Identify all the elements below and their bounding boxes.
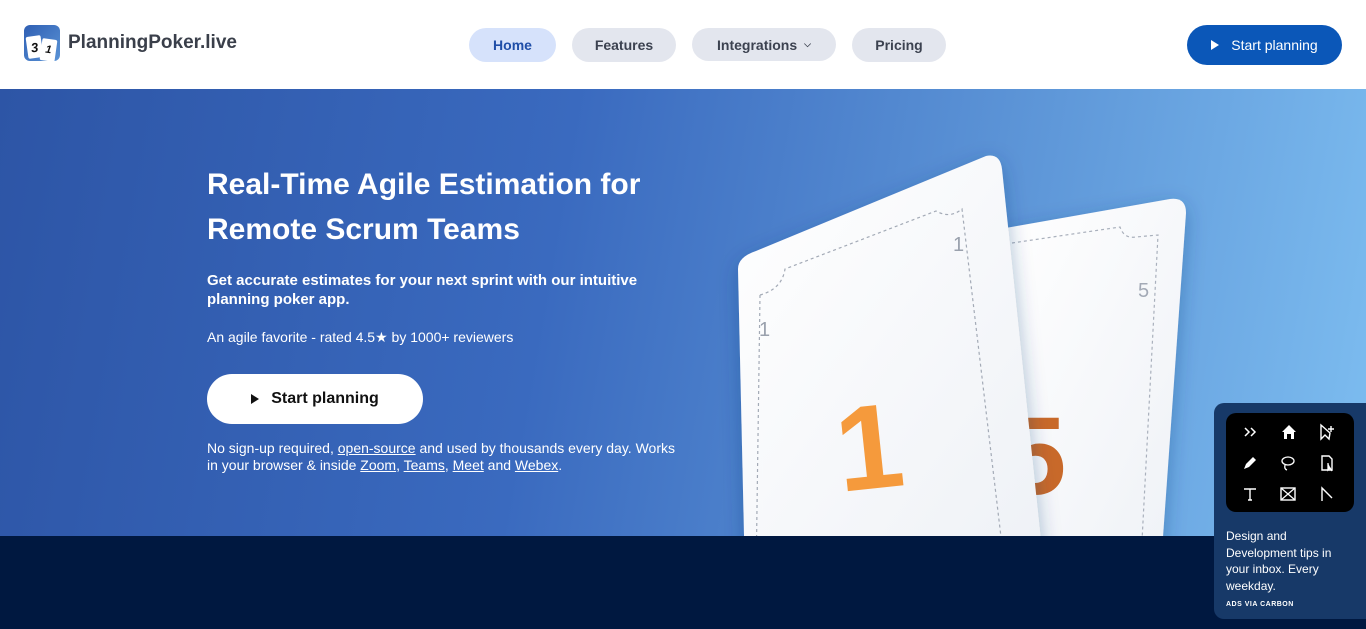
carbon-ad[interactable]: Design and Development tips in your inbo… xyxy=(1214,403,1366,619)
note-text: , xyxy=(396,457,404,473)
play-icon xyxy=(1211,40,1220,50)
nav-home-label: Home xyxy=(493,37,532,53)
hero-subtitle: Get accurate estimates for your next spr… xyxy=(207,272,638,308)
lasso-icon xyxy=(1281,456,1295,471)
ad-image[interactable] xyxy=(1226,413,1354,512)
card-front-value: 1 xyxy=(829,377,909,517)
logo-mark-icon: 3 1 xyxy=(24,25,60,61)
nav-pricing[interactable]: Pricing xyxy=(852,28,946,62)
note-text: and xyxy=(483,457,515,473)
cursor-add-icon xyxy=(1320,423,1334,441)
note-text: , xyxy=(444,457,453,473)
home-icon xyxy=(1282,425,1296,439)
hero-note: No sign-up required, open-source and use… xyxy=(207,440,687,474)
nav-pricing-label: Pricing xyxy=(875,37,923,53)
note-text: . xyxy=(558,457,563,473)
play-icon xyxy=(251,394,260,404)
start-planning-hero-button[interactable]: Start planning xyxy=(207,374,423,424)
card-back-corner: 5 xyxy=(1138,280,1149,302)
zoom-link[interactable]: Zoom xyxy=(360,457,396,473)
start-planning-label: Start planning xyxy=(271,390,379,407)
nav-integrations-label: Integrations xyxy=(717,36,798,53)
start-planning-header-button[interactable]: Start planning xyxy=(1187,25,1342,65)
nav-integrations[interactable]: Integrations ⌵ xyxy=(692,28,836,61)
nav-features[interactable]: Features xyxy=(572,28,676,62)
text-icon xyxy=(1244,488,1256,501)
dark-section xyxy=(0,536,1366,629)
nav-home[interactable]: Home xyxy=(469,28,556,62)
image-placeholder-icon xyxy=(1280,487,1296,501)
chevron-down-icon: ⌵ xyxy=(804,39,811,49)
hero-rating: An agile favorite - rated 4.5★ by 1000+ … xyxy=(207,329,514,345)
webex-link[interactable]: Webex xyxy=(515,457,558,473)
hero-title: Real-Time Agile Estimation for Remote Sc… xyxy=(207,168,641,246)
ad-text[interactable]: Design and Development tips in your inbo… xyxy=(1226,528,1351,594)
brand-logo[interactable]: 3 1 PlanningPoker.live xyxy=(24,25,237,61)
nav-features-label: Features xyxy=(594,37,654,53)
ads-via-carbon-link[interactable]: ADS VIA CARBON xyxy=(1226,601,1294,608)
logo-card: 1 xyxy=(39,38,58,61)
start-planning-label: Start planning xyxy=(1231,37,1318,53)
hero-section: Real-Time Agile Estimation for Remote Sc… xyxy=(0,89,1366,536)
brand-name: PlanningPoker.live xyxy=(68,32,237,53)
open-source-link[interactable]: open-source xyxy=(338,440,416,456)
card-front-corner-left: 1 xyxy=(759,319,770,341)
site-header: 3 1 PlanningPoker.live Home Features Int… xyxy=(0,0,1366,89)
path-icon xyxy=(1321,486,1333,501)
poker-card-front: 1 1 1 xyxy=(738,155,1041,536)
file-cursor-icon xyxy=(1321,455,1333,472)
chevrons-right-icon xyxy=(1244,427,1257,437)
teams-link[interactable]: Teams xyxy=(404,457,445,473)
note-text: No sign-up required, xyxy=(207,440,338,456)
poker-cards-illustration: 5 5 1 1 1 xyxy=(738,155,1186,536)
card-front-corner-top: 1 xyxy=(953,234,964,256)
pen-icon xyxy=(1244,457,1256,469)
meet-link[interactable]: Meet xyxy=(453,457,484,473)
